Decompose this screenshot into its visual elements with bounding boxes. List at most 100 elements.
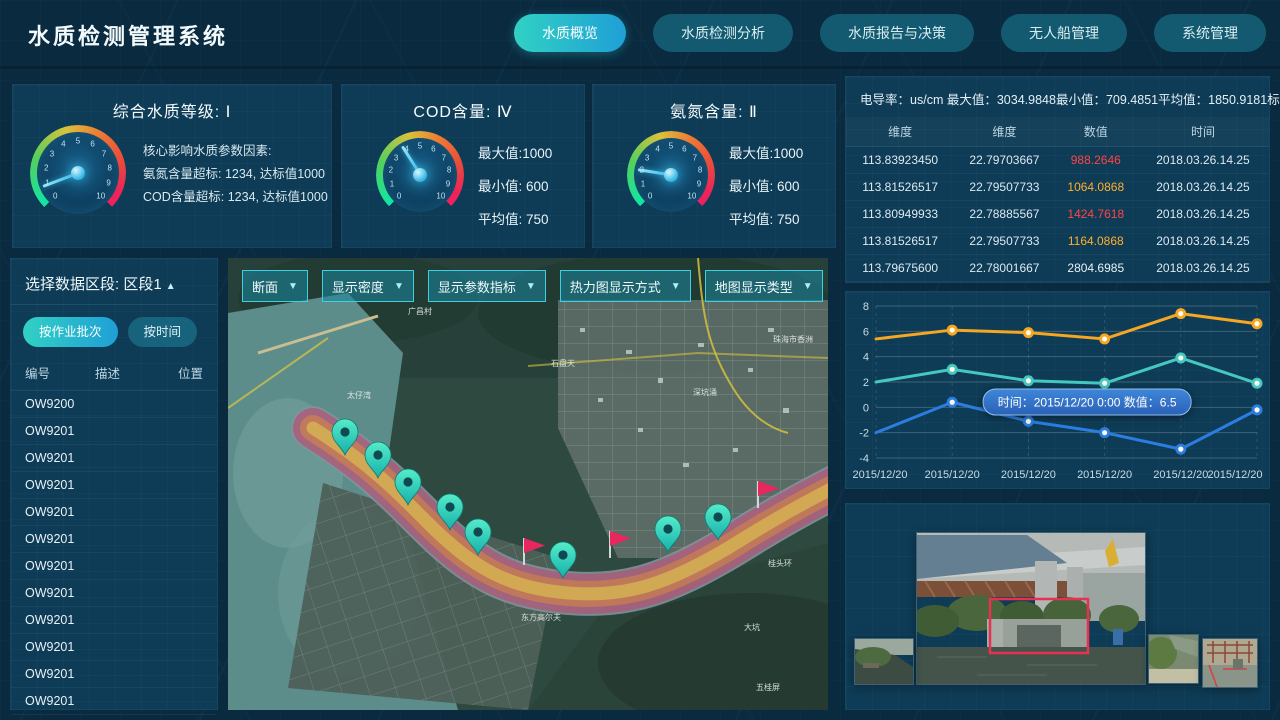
section-list: OW9200OW9201OW9201OW9201OW9201OW9201OW92…: [11, 391, 217, 715]
gauge-scale-number: 10: [96, 191, 105, 200]
gauge-scale-number: 10: [687, 191, 696, 200]
factor-line: 氨氮含量超标: 1234, 达标值1000: [143, 163, 328, 186]
chevron-down-icon: ▼: [526, 281, 536, 292]
item-id: OW9201: [25, 613, 95, 627]
gauge-scale-number: 9: [446, 180, 450, 189]
filter-buttons: 按作业批次 按时间: [11, 305, 217, 351]
col-desc: 描述: [95, 363, 167, 382]
map-place-label: 五桂屏: [756, 682, 780, 692]
cell-time: 2018.03.26.14.25: [1137, 147, 1269, 174]
photo-thumbnail-left[interactable]: [854, 638, 914, 685]
table-row[interactable]: 113.8094993322.788855671424.76182018.03.…: [846, 201, 1269, 228]
gauge-scale-number: 3: [645, 153, 649, 162]
cond-avg: 1850.9181: [1208, 93, 1267, 107]
gauge-scale-number: 7: [693, 153, 697, 162]
y-tick-label: 4: [863, 352, 869, 364]
nav-report[interactable]: 水质报告与决策: [820, 14, 974, 52]
list-item[interactable]: OW9201: [11, 688, 217, 715]
list-item[interactable]: OW9201: [11, 526, 217, 553]
gauge-scale-number: 2: [44, 163, 48, 172]
list-header: 编号 描述 位置: [11, 351, 217, 391]
cod-stats: 最大值:1000 最小值: 600 平均值: 750: [478, 137, 552, 236]
list-item[interactable]: OW9201: [11, 472, 217, 499]
by-batch-button[interactable]: 按作业批次: [23, 317, 118, 347]
list-item[interactable]: OW9201: [11, 445, 217, 472]
stat-line: 最小值: 600: [729, 170, 803, 203]
dropdown-section[interactable]: 断面▼: [242, 270, 308, 302]
col-latitude: 维度: [954, 117, 1054, 147]
list-item[interactable]: OW9201: [11, 418, 217, 445]
dropdown-label: 显示密度: [332, 277, 384, 296]
chevron-down-icon: ▼: [394, 281, 404, 292]
factor-line: COD含量超标: 1234, 达标值1000: [143, 186, 328, 209]
cell-longitude: 113.79675600: [846, 255, 954, 282]
section-title[interactable]: 选择数据区段: 区段1 ▲: [11, 259, 217, 305]
conductivity-panel: 电导率：us/cm 最大值：3034.9848最小值：709.4851平均值：1…: [845, 76, 1270, 283]
card-title: COD含量: Ⅳ: [342, 85, 584, 122]
nav-system[interactable]: 系统管理: [1154, 14, 1266, 52]
gauge-hub: [71, 166, 85, 180]
table-row[interactable]: 113.8152651722.795077331164.08682018.03.…: [846, 228, 1269, 255]
cell-latitude: 22.79703667: [954, 147, 1054, 174]
item-id: OW9201: [25, 694, 95, 708]
table-row[interactable]: 113.8392345022.79703667988.26462018.03.2…: [846, 147, 1269, 174]
conductivity-summary: 电导率：us/cm 最大值：3034.9848最小值：709.4851平均值：1…: [846, 77, 1269, 108]
chevron-down-icon: ▼: [288, 281, 298, 292]
photo-thumbnail-right-2[interactable]: [1202, 638, 1258, 688]
main-nav: 水质概览 水质检测分析 水质报告与决策 无人船管理 系统管理: [514, 14, 1266, 52]
quality-factors: 核心影响水质参数因素: 氨氮含量超标: 1234, 达标值1000 COD含量超…: [143, 140, 328, 209]
cell-latitude: 22.78001667: [954, 255, 1054, 282]
dropdown-heatmap-mode[interactable]: 热力图显示方式 ▼: [560, 270, 691, 302]
y-tick-label: 8: [863, 301, 869, 313]
chevron-down-icon: ▼: [671, 281, 681, 292]
table-row[interactable]: 113.8152651722.795077331064.08682018.03.…: [846, 174, 1269, 201]
list-item[interactable]: OW9201: [11, 607, 217, 634]
factor-line: 核心影响水质参数因素:: [143, 140, 328, 163]
main-photo[interactable]: [916, 532, 1146, 685]
ammonia-card: 氨氮含量: Ⅱ 012345678910 最大值:1000 最小值: 600 平…: [592, 84, 836, 248]
dropdown-label: 热力图显示方式: [570, 277, 661, 296]
section-title-text: 选择数据区段: 区段1: [25, 276, 162, 293]
cond-max: 3034.9848: [997, 93, 1056, 107]
dropdown-parameter[interactable]: 显示参数指标▼: [428, 270, 546, 302]
caret-up-icon[interactable]: ▲: [166, 281, 176, 292]
table-row[interactable]: 113.7967560022.780016672804.69852018.03.…: [846, 255, 1269, 282]
x-tick-label: 2015/12/20: [1077, 469, 1132, 481]
trend-chart-panel[interactable]: -4-2024682015/12/202015/12/202015/12/202…: [845, 291, 1270, 489]
map-place-label: 太仔湾: [347, 390, 371, 400]
y-tick-label: -4: [859, 453, 869, 465]
list-item[interactable]: OW9201: [11, 553, 217, 580]
header: 水质检测管理系统 水质概览 水质检测分析 水质报告与决策 无人船管理 系统管理: [0, 0, 1280, 69]
y-tick-label: -2: [859, 428, 869, 440]
nav-overview[interactable]: 水质概览: [514, 14, 626, 52]
photo-thumbnail-right-1[interactable]: [1148, 634, 1199, 684]
dropdown-map-type[interactable]: 地图显示类型▼: [705, 270, 823, 302]
nav-analysis[interactable]: 水质检测分析: [653, 14, 793, 52]
chevron-down-icon: ▼: [803, 281, 813, 292]
gauge-scale-number: 10: [436, 191, 445, 200]
overall-quality-card: 综合水质等级: Ⅰ 012345678910 核心影响水质参数因素: 氨氮含量超…: [12, 84, 332, 248]
item-id: OW9200: [25, 397, 95, 411]
list-item[interactable]: OW9201: [11, 634, 217, 661]
cell-value: 1424.7618: [1055, 201, 1137, 228]
by-time-button[interactable]: 按时间: [128, 317, 198, 347]
gauge-scale-number: 5: [669, 141, 673, 150]
x-tick-label: 2015/12/20: [1207, 469, 1262, 481]
gauge-scale-number: 8: [698, 166, 702, 175]
satellite-map[interactable]: 广昌村石盘天深坑涌太仔湾珠海市香洲东方高尔夫桂头环大坑五桂屏 断面▼ 显示密度▼…: [228, 258, 828, 710]
gauge-scale-number: 5: [76, 136, 80, 145]
list-item[interactable]: OW9201: [11, 499, 217, 526]
x-tick-label: 2015/12/20: [925, 469, 980, 481]
list-item[interactable]: OW9201: [11, 580, 217, 607]
gauge-hub: [664, 168, 678, 182]
gauge-scale-number: 7: [442, 153, 446, 162]
cell-value: 1064.0868: [1055, 174, 1137, 201]
dropdown-density[interactable]: 显示密度 ▼: [322, 270, 414, 302]
list-item[interactable]: OW9200: [11, 391, 217, 418]
list-item[interactable]: OW9201: [11, 661, 217, 688]
nav-usv[interactable]: 无人船管理: [1001, 14, 1127, 52]
cell-value: 2804.6985: [1055, 255, 1137, 282]
cell-longitude: 113.81526517: [846, 174, 954, 201]
item-id: OW9201: [25, 505, 95, 519]
item-id: OW9201: [25, 640, 95, 654]
